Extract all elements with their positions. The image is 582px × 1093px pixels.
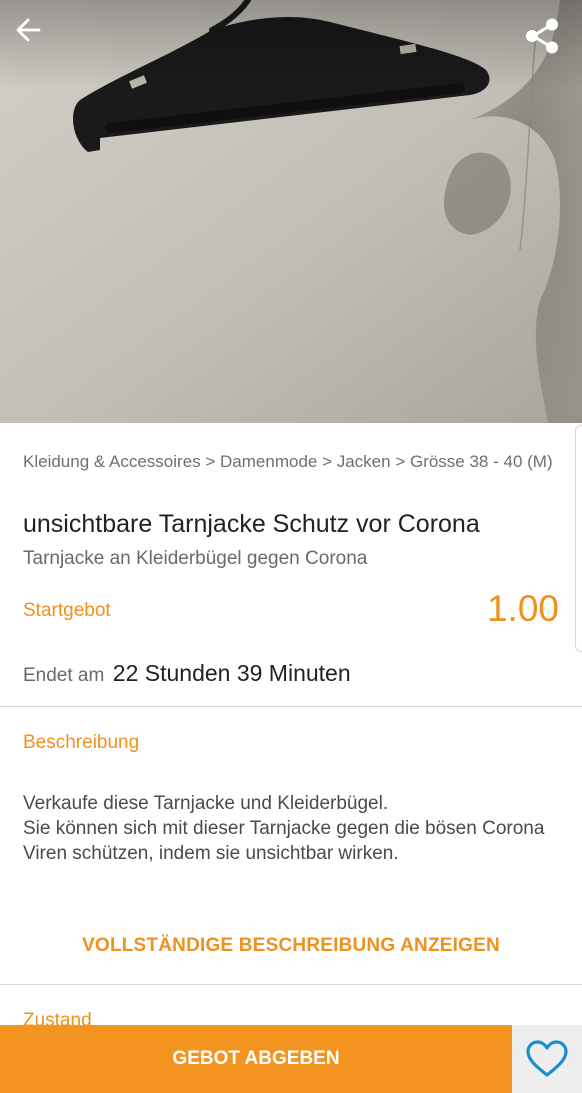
product-image[interactable] <box>0 0 582 423</box>
description-text: Verkaufe diese Tarnjacke und Kleiderbüge… <box>23 793 545 864</box>
divider <box>0 706 582 707</box>
favorite-button[interactable] <box>512 1025 582 1093</box>
show-full-description-link[interactable]: VOLLSTÄNDIGE BESCHREIBUNG ANZEIGEN <box>0 935 582 957</box>
auction-end-row: Endet am 22 Stunden 39 Minuten <box>23 660 351 687</box>
start-bid-value: 1.00 <box>486 588 559 629</box>
ends-label: Endet am <box>23 665 105 686</box>
divider <box>0 984 582 985</box>
arrow-left-icon <box>16 18 41 42</box>
listing-subtitle: Tarnjacke an Kleiderbügel gegen Corona <box>23 548 368 569</box>
time-remaining: 22 Stunden 39 Minuten <box>112 660 351 686</box>
listing-title: unsichtbare Tarnjacke Schutz vor Corona <box>23 510 480 538</box>
share-button[interactable] <box>523 17 571 65</box>
bottom-action-bar: GEBOT ABGEBEN <box>0 1025 582 1093</box>
breadcrumb[interactable]: Kleidung & Accessoires > Damenmode > Jac… <box>23 451 553 473</box>
listing-page: Kleidung & Accessoires > Damenmode > Jac… <box>0 0 582 1093</box>
hero-gradient-overlay <box>0 0 582 90</box>
share-icon <box>526 18 558 54</box>
back-button[interactable] <box>15 17 63 65</box>
start-bid-label: Startgebot <box>23 600 111 621</box>
place-bid-button[interactable]: GEBOT ABGEBEN <box>0 1025 512 1093</box>
panel-drag-handle[interactable] <box>575 425 582 652</box>
description-heading: Beschreibung <box>23 732 140 753</box>
heart-outline-icon <box>526 1040 568 1077</box>
